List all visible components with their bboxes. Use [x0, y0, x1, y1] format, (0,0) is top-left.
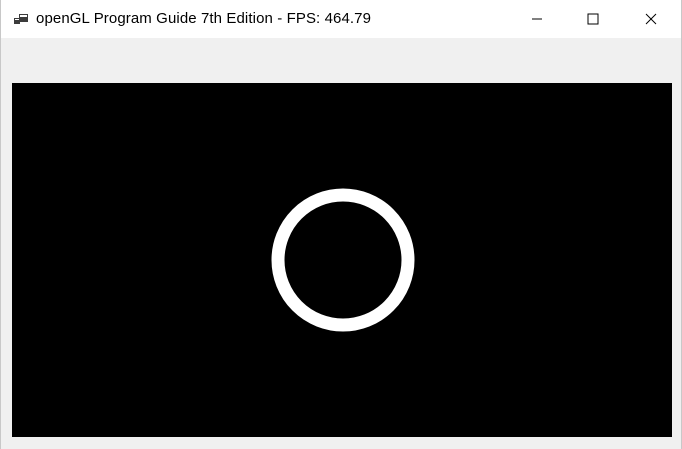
title-bar[interactable]: openGL Program Guide 7th Edition - FPS: …: [1, 0, 681, 38]
maximize-button[interactable]: [565, 0, 621, 38]
render-surface: [271, 188, 415, 332]
close-icon: [645, 13, 657, 25]
minimize-icon: [532, 18, 542, 20]
window-title: openGL Program Guide 7th Edition - FPS: …: [36, 10, 372, 27]
opengl-canvas[interactable]: [12, 83, 672, 437]
windows-forms-icon: [14, 14, 28, 24]
minimize-button[interactable]: [509, 0, 565, 38]
maximize-icon: [587, 13, 599, 25]
white-ring: [271, 188, 415, 332]
app-window: openGL Program Guide 7th Edition - FPS: …: [0, 0, 682, 449]
close-button[interactable]: [623, 0, 679, 38]
